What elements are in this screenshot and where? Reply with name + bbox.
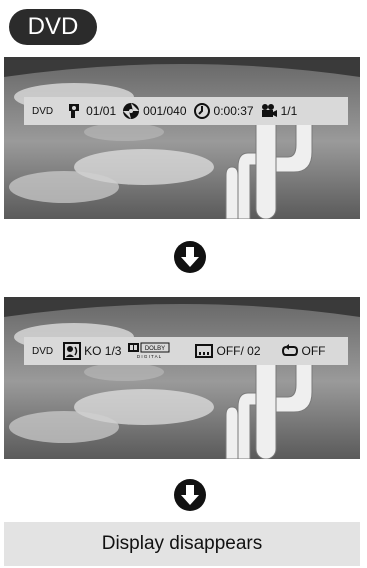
osd-source: DVD xyxy=(32,106,53,117)
display-disappears-caption: Display disappears xyxy=(4,522,360,566)
osd-angle: 1/1 xyxy=(260,102,298,120)
source-label: DVD xyxy=(32,345,54,357)
tv-screen-2: DVD KO 1/3 DOLBY D I G I T A L OFF/ 02 O… xyxy=(4,297,360,459)
osd-repeat: OFF xyxy=(281,342,326,360)
osd-audio: KO 1/3 xyxy=(63,342,121,360)
tv-screen-1: DVD 01/01 001/040 0:00:37 1/1 xyxy=(4,57,360,219)
sky-cactus-image xyxy=(4,297,360,459)
camera-angle-icon xyxy=(261,104,277,117)
dolby-digital-logo: DOLBY D I G I T A L xyxy=(128,342,170,359)
osd-info-bar-2: DVD KO 1/3 DOLBY D I G I T A L OFF/ 02 O… xyxy=(24,337,348,365)
osd-title: 01/01 xyxy=(65,102,116,120)
audio-language-icon xyxy=(63,342,82,360)
source-label: DVD xyxy=(32,105,54,117)
down-arrow-icon xyxy=(174,479,206,511)
dolby-text: DOLBY xyxy=(145,346,165,352)
title-value: 01/01 xyxy=(86,104,117,118)
sky-cactus-image xyxy=(4,57,360,219)
digital-text: D I G I T A L xyxy=(137,354,162,359)
audio-value: KO 1/3 xyxy=(84,344,122,358)
chapter-icon xyxy=(123,103,140,119)
subtitle-icon xyxy=(195,344,214,358)
subtitle-value: OFF/ 02 xyxy=(216,344,261,358)
dvd-mode-badge: DVD xyxy=(9,9,97,45)
down-arrow-icon xyxy=(174,241,206,273)
osd-time: 0:00:37 xyxy=(193,102,254,120)
time-value: 0:00:37 xyxy=(213,104,254,118)
osd-source: DVD xyxy=(32,346,53,357)
title-icon xyxy=(69,104,80,118)
osd-subtitle: OFF/ 02 xyxy=(195,342,261,360)
osd-dolby: DOLBY D I G I T A L xyxy=(127,342,171,360)
angle-value: 1/1 xyxy=(280,104,298,118)
repeat-value: OFF xyxy=(301,344,326,358)
repeat-icon xyxy=(281,344,298,356)
chapter-value: 001/040 xyxy=(143,104,187,118)
clock-icon xyxy=(193,103,210,119)
osd-chapter: 001/040 xyxy=(122,102,187,120)
osd-info-bar-1: DVD 01/01 001/040 0:00:37 1/1 xyxy=(24,97,348,125)
